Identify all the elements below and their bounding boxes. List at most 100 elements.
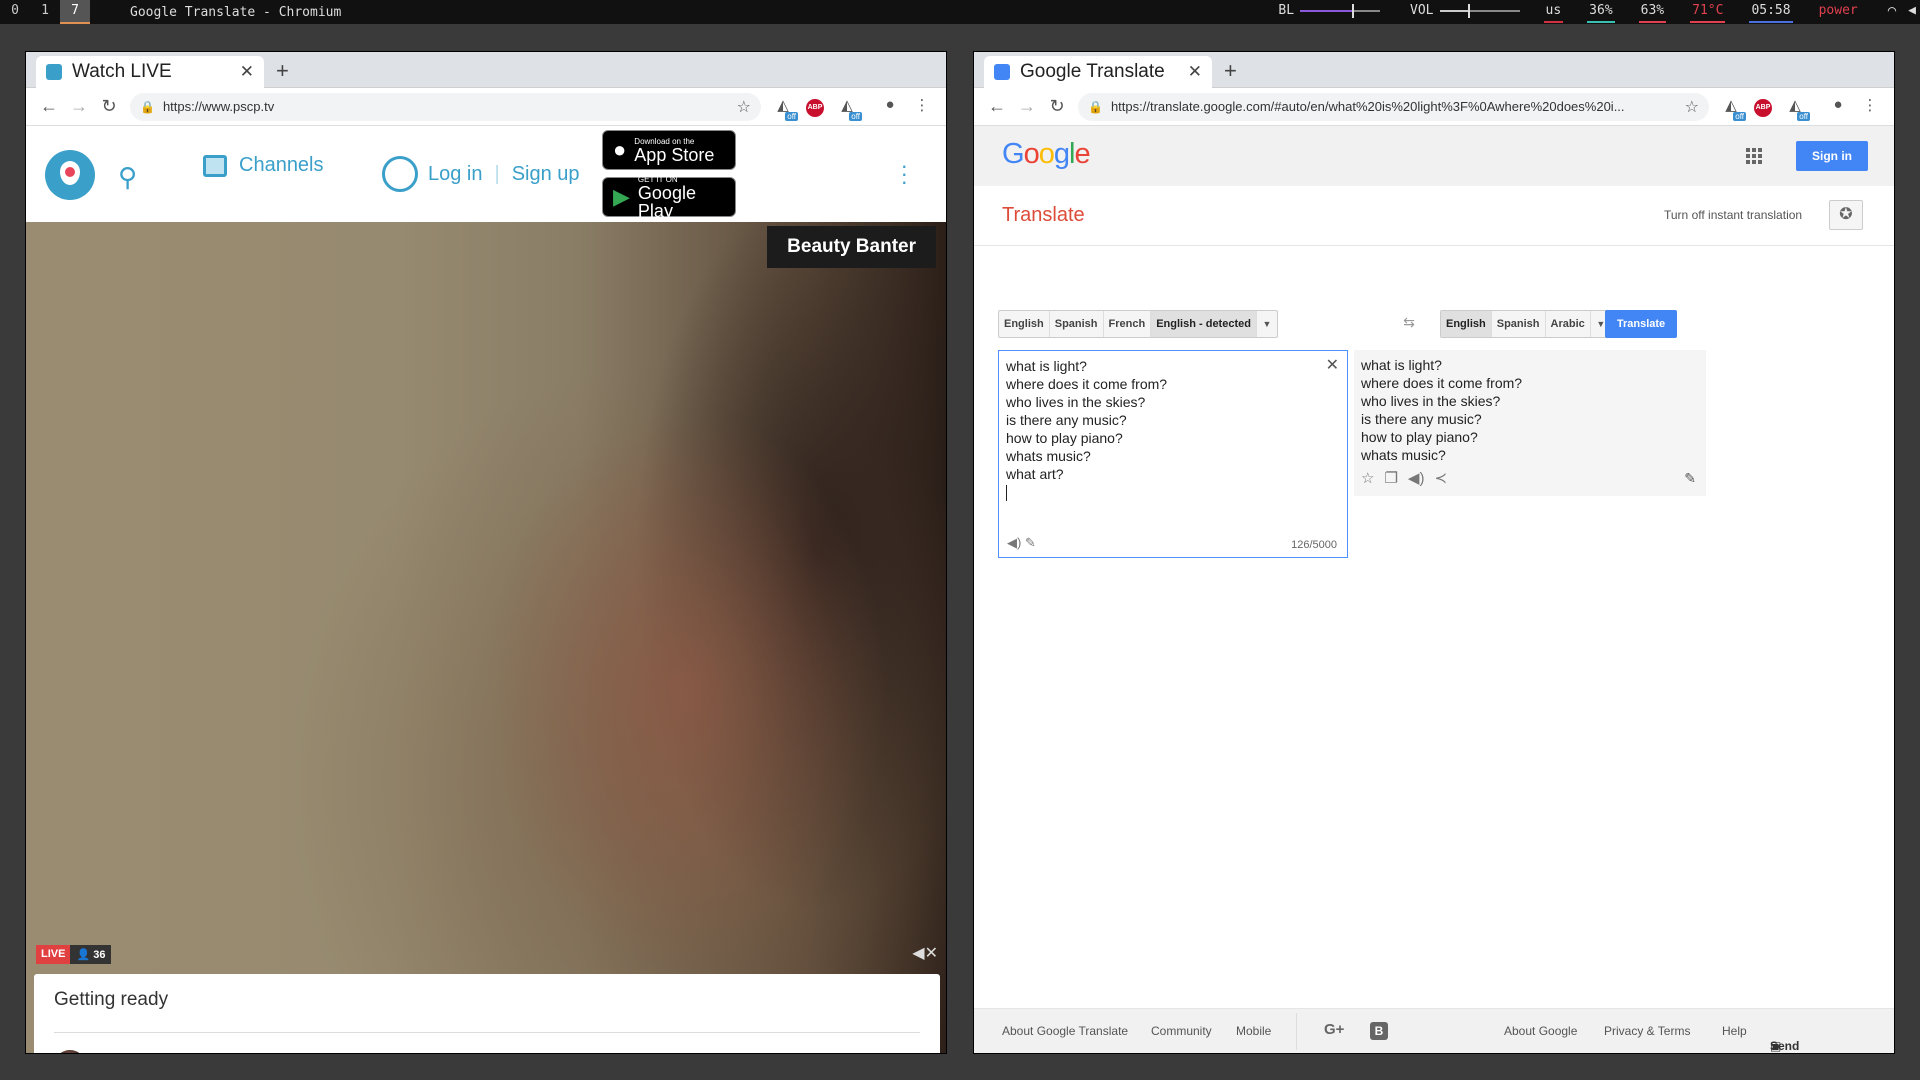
- star-icon[interactable]: ☆: [1361, 469, 1374, 487]
- chevron-down-icon[interactable]: ▼: [1257, 311, 1277, 337]
- target-line: how to play piano?: [1361, 429, 1478, 445]
- google-play-badge[interactable]: ▶ GET IT ON Google Play: [602, 175, 736, 221]
- menu-kebab-icon[interactable]: ⋮: [1857, 96, 1883, 118]
- footer-about-google[interactable]: About Google: [1504, 1024, 1577, 1038]
- reload-button[interactable]: ↻: [1042, 96, 1072, 117]
- adblock-icon[interactable]: ABP: [802, 96, 828, 118]
- handwriting-pencil-icon[interactable]: ✎: [1025, 535, 1036, 550]
- apps-grid-icon[interactable]: [1746, 148, 1762, 164]
- live-indicator: LIVE 👤 36: [36, 945, 112, 964]
- appstore-large-text: App Store: [634, 144, 715, 165]
- status-bar: 0 1 7 Google Translate - Chromium BL VOL…: [0, 0, 1920, 24]
- address-bar[interactable]: 🔒 https://translate.google.com/#auto/en/…: [1078, 92, 1709, 121]
- more-menu-icon[interactable]: · · ·: [901, 155, 908, 193]
- login-link[interactable]: Log in: [428, 163, 483, 186]
- viewer-count: 👤 36: [70, 945, 112, 964]
- source-line: what is light?: [1006, 358, 1087, 374]
- new-tab-button[interactable]: +: [1224, 58, 1237, 84]
- wifi-icon: ◠: [1887, 3, 1897, 19]
- broadcast-info-card: Getting ready danielamadeit: [34, 974, 940, 1053]
- footer-privacy-terms[interactable]: Privacy & Terms: [1604, 1024, 1690, 1038]
- target-line: who lives in the skies?: [1361, 393, 1501, 409]
- swap-languages-icon[interactable]: ⇆: [1394, 314, 1424, 336]
- tab-strip: Google Translate ✕ +: [974, 52, 1894, 88]
- broadcaster-avatar[interactable]: [54, 1050, 86, 1053]
- target-lang-spanish[interactable]: Spanish: [1492, 311, 1546, 337]
- character-count: 126/5000: [1291, 539, 1337, 551]
- adblock-icon[interactable]: ABP: [1750, 96, 1776, 118]
- translate-button[interactable]: Translate: [1605, 310, 1677, 338]
- clear-text-icon[interactable]: ✕: [1326, 355, 1339, 375]
- broadcast-title: Getting ready: [54, 989, 169, 1010]
- source-lang-detected[interactable]: English - detected: [1151, 311, 1257, 337]
- volume-indicator: VOL: [1402, 0, 1527, 24]
- sign-in-button[interactable]: Sign in: [1796, 141, 1868, 171]
- instant-translation-toggle[interactable]: Turn off instant translation: [1664, 208, 1802, 222]
- share-icon[interactable]: ≺: [1434, 469, 1447, 487]
- signup-link[interactable]: Sign up: [512, 163, 580, 186]
- close-tab-icon[interactable]: ✕: [240, 62, 254, 82]
- url-text: https://translate.google.com/#auto/en/wh…: [1110, 99, 1625, 114]
- lock-icon: 🔒: [1088, 99, 1103, 114]
- footer-community[interactable]: Community: [1151, 1024, 1212, 1038]
- google-logo[interactable]: Google: [1002, 138, 1091, 171]
- reload-button[interactable]: ↻: [94, 96, 124, 117]
- listen-speaker-icon[interactable]: ◀): [1408, 469, 1425, 487]
- workspace-1[interactable]: 1: [30, 0, 60, 24]
- settings-star-icon[interactable]: ✪: [1829, 200, 1863, 230]
- new-tab-button[interactable]: +: [276, 58, 289, 84]
- forward-button[interactable]: →: [1012, 96, 1042, 117]
- source-line: who lives in the skies?: [1006, 394, 1146, 410]
- text-cursor: [1006, 485, 1007, 501]
- gplus-icon[interactable]: G+: [1324, 1021, 1344, 1038]
- blogger-icon[interactable]: B: [1370, 1022, 1388, 1040]
- source-lang-english[interactable]: English: [999, 311, 1050, 337]
- power-menu[interactable]: power: [1811, 0, 1866, 24]
- bookmark-star-icon[interactable]: ☆: [729, 97, 751, 117]
- workspace-0[interactable]: 0: [0, 0, 30, 24]
- source-text-input[interactable]: what is light? where does it come from? …: [998, 350, 1348, 558]
- extension-icon[interactable]: ◭ off: [770, 96, 798, 121]
- muted-speaker-icon[interactable]: ◀✕: [912, 943, 938, 963]
- workspace-7[interactable]: 7: [60, 0, 90, 24]
- googleplay-large-text: Google Play: [637, 182, 696, 221]
- app-store-badge[interactable]: ● Download on the App Store: [602, 130, 736, 170]
- search-icon[interactable]: ⚲: [118, 162, 137, 193]
- target-lang-arabic[interactable]: Arabic: [1546, 311, 1591, 337]
- footer-help[interactable]: Help: [1722, 1024, 1747, 1038]
- source-line: what art?: [1006, 466, 1064, 482]
- back-button[interactable]: ←: [34, 96, 64, 117]
- back-button[interactable]: ←: [982, 96, 1012, 117]
- address-bar[interactable]: 🔒 https://www.pscp.tv ☆: [130, 92, 761, 121]
- bookmark-star-icon[interactable]: ☆: [1677, 97, 1699, 117]
- live-video[interactable]: Beauty Banter LIVE 👤 36 ◀✕: [26, 222, 946, 1053]
- source-text: what is light? where does it come from? …: [1006, 357, 1167, 483]
- footer-divider: [1296, 1013, 1297, 1050]
- tab-google-translate[interactable]: Google Translate ✕: [984, 56, 1212, 88]
- channels-link[interactable]: Channels: [203, 154, 324, 177]
- target-line: what is light?: [1361, 357, 1442, 373]
- source-language-selector: English Spanish French English - detecte…: [998, 310, 1278, 338]
- close-tab-icon[interactable]: ✕: [1188, 62, 1202, 82]
- listen-speaker-icon[interactable]: ◀): [1007, 535, 1021, 550]
- footer-about-translate[interactable]: About Google Translate: [1002, 1024, 1128, 1038]
- url-text: https://www.pscp.tv: [162, 99, 275, 114]
- translation-output: what is light? where does it come from? …: [1354, 350, 1706, 496]
- forward-button[interactable]: →: [64, 96, 94, 117]
- tab-watch-live[interactable]: Watch LIVE ✕: [36, 56, 264, 88]
- copy-icon[interactable]: ❐: [1384, 469, 1397, 487]
- footer-mobile[interactable]: Mobile: [1236, 1024, 1271, 1038]
- extension-icon[interactable]: ◭ off: [1782, 96, 1810, 121]
- extension-icon[interactable]: ◭ off: [1718, 96, 1746, 121]
- suggest-edit-pencil-icon[interactable]: ✎: [1684, 470, 1696, 487]
- menu-kebab-icon[interactable]: ⋮: [909, 96, 935, 118]
- source-line: where does it come from?: [1006, 376, 1168, 392]
- profile-icon[interactable]: ●: [1825, 96, 1851, 118]
- source-lang-french[interactable]: French: [1104, 311, 1152, 337]
- channel-banner[interactable]: Beauty Banter: [767, 226, 936, 268]
- extension-icon[interactable]: ◭ off: [834, 96, 862, 121]
- periscope-logo[interactable]: [45, 150, 95, 200]
- target-lang-english[interactable]: English: [1441, 311, 1492, 337]
- profile-icon[interactable]: ●: [877, 96, 903, 118]
- source-lang-spanish[interactable]: Spanish: [1050, 311, 1104, 337]
